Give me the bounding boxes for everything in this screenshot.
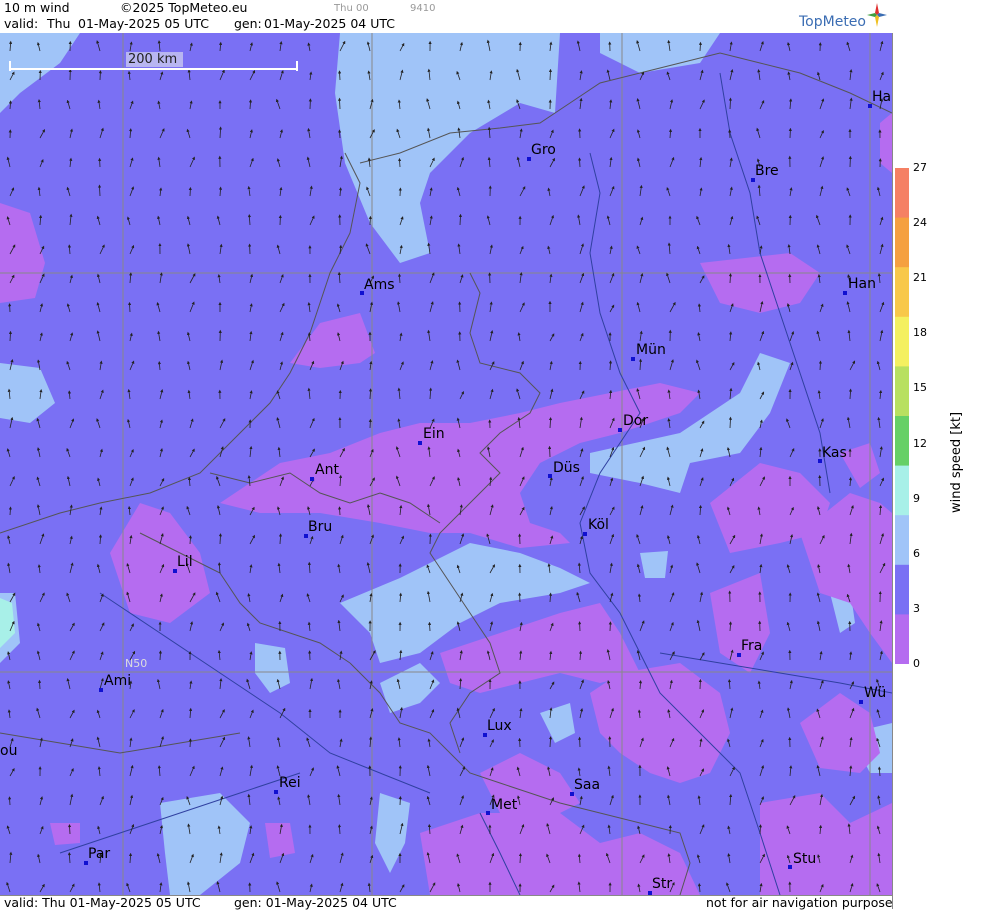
legend-color-step (895, 614, 909, 664)
wind-arrow (10, 798, 11, 805)
legend-tick-label: 3 (913, 602, 920, 615)
legend-unit: wind speed [kt] (949, 412, 964, 513)
legend-color-step (895, 168, 909, 218)
city-label: Lux (487, 718, 512, 734)
compass-logo-icon (892, 0, 983, 33)
legend-tick-label: 18 (913, 326, 927, 339)
scale-bar-label: 200 km (128, 52, 177, 67)
wind-arrow (130, 304, 131, 313)
code-label: 9410 (410, 3, 435, 14)
wind-arrow (220, 535, 221, 544)
city-label: Dor (623, 413, 648, 429)
city-label: Ein (423, 426, 445, 442)
city-label: Bru (308, 519, 332, 535)
city-label: Str (652, 876, 672, 892)
wind-arrow (70, 826, 71, 834)
city-label: Lil (177, 554, 193, 570)
footer-gen: gen: 01-May-2025 04 UTC (234, 895, 397, 910)
wind-arrow (430, 623, 431, 631)
city-label: ou (0, 743, 17, 759)
legend-color-step (895, 565, 909, 615)
legend-tick-label: 9 (913, 492, 920, 505)
city-label: Köl (588, 517, 609, 533)
legend-tick-label: 21 (913, 271, 927, 284)
city-label: Ant (315, 462, 339, 478)
wind-arrow (190, 740, 191, 747)
legend-color-bar (895, 168, 909, 664)
city-label: Ami (104, 673, 131, 689)
legend-color-step (895, 416, 909, 466)
city-label: Gro (531, 142, 556, 158)
legend-tick-label: 27 (913, 161, 927, 174)
city-label: Wü (864, 685, 886, 701)
logo-star-icon (866, 2, 888, 28)
legend-color-step (895, 366, 909, 416)
legend-tick-label: 12 (913, 437, 927, 450)
wind-map[interactable]: 200 km N50 Gro Bre Ha Ams Han Mün Ein Do… (0, 33, 892, 895)
wind-arrow (10, 332, 11, 341)
product-title: 10 m wind (4, 0, 70, 15)
wind-arrow (100, 186, 101, 196)
legend-color-step (895, 267, 909, 317)
wind-arrow (460, 215, 461, 225)
footer-valid: valid: Thu 01-May-2025 05 UTC (4, 895, 201, 910)
run-label: Thu 00 (334, 3, 369, 14)
wind-arrow (340, 131, 341, 138)
footer-bar: valid: Thu 01-May-2025 05 UTC gen: 01-Ma… (0, 895, 892, 910)
wind-arrow (400, 160, 401, 168)
legend-color-step (895, 317, 909, 367)
logo-text: TopMeteo (799, 14, 866, 30)
legend-tick-label: 24 (913, 216, 927, 229)
wind-arrow (340, 99, 341, 109)
copyright: ©2025 TopMeteo.eu (120, 0, 247, 15)
legend-tick-label: 15 (913, 381, 927, 394)
wind-arrow (760, 826, 761, 834)
legend-color-step (895, 466, 909, 516)
wind-arrow (730, 275, 731, 283)
wind-arrow (340, 72, 341, 80)
latitude-label: N50 (125, 657, 147, 670)
valid-day: Thu (47, 16, 70, 31)
legend-color-step (895, 515, 909, 565)
city-label: Fra (741, 638, 762, 654)
footer-note: not for air navigation purposes (706, 895, 899, 910)
wind-arrow (820, 362, 821, 370)
wind-arrow (160, 652, 161, 660)
city-label: Ams (364, 277, 395, 293)
gen-time: 01-May-2025 04 UTC (264, 16, 395, 31)
valid-time: 01-May-2025 05 UTC (78, 16, 209, 31)
city-label: Düs (553, 460, 580, 476)
legend-color-step (895, 218, 909, 268)
legend-panel: 27 24 21 18 15 12 9 6 3 0 wind speed [kt] (892, 33, 983, 909)
wind-arrow (40, 681, 41, 689)
gen-label: gen: (234, 16, 262, 31)
wind-arrow (520, 855, 521, 863)
valid-label: valid: (4, 16, 38, 31)
wind-arrow (700, 43, 701, 51)
wind-arrow (730, 418, 731, 428)
city-label: Mün (636, 342, 666, 358)
wind-arrow (10, 508, 11, 515)
city-label: Par (88, 846, 110, 862)
city-label: Rei (279, 775, 301, 791)
city-label: Met (491, 797, 517, 813)
wind-arrow (340, 508, 341, 515)
header-bar: 10 m wind ©2025 TopMeteo.eu Thu 00 9410 … (0, 0, 892, 34)
city-label: Saa (574, 777, 600, 793)
city-label: Kas (822, 445, 847, 461)
city-label: Stu (793, 851, 816, 867)
city-label: Ha (872, 89, 891, 105)
wind-arrow (550, 70, 551, 80)
city-label: Bre (755, 163, 779, 179)
wind-arrow (580, 159, 581, 167)
city-label: Han (848, 276, 876, 292)
legend-tick-label: 6 (913, 547, 920, 560)
wind-arrow (190, 537, 191, 544)
wind-arrow (730, 99, 731, 109)
legend-tick-label: 0 (913, 657, 920, 670)
